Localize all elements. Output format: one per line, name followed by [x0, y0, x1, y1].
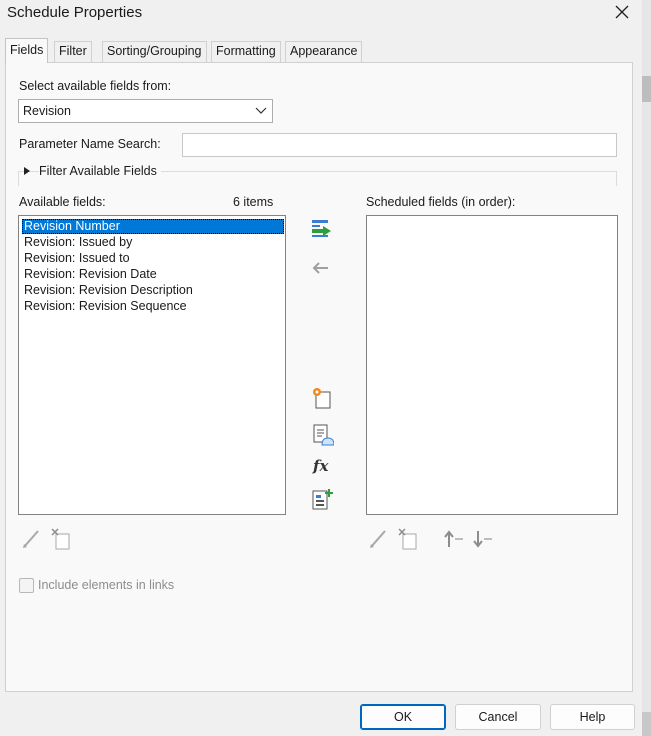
chevron-down-icon [255, 107, 267, 114]
move-down-button[interactable] [471, 527, 495, 551]
tab-filter[interactable]: Filter [54, 41, 92, 62]
list-item[interactable]: Revision: Issued to [22, 251, 284, 266]
include-links-checkbox[interactable] [19, 578, 34, 593]
svg-text:fx: fx [312, 457, 329, 475]
move-down-icon [473, 531, 492, 548]
calculated-value-button[interactable] [310, 423, 335, 447]
add-parameter-icon [312, 220, 331, 237]
background-window-edge [642, 0, 651, 736]
list-item[interactable]: Revision Number [22, 219, 284, 234]
edit-scheduled-button[interactable] [367, 527, 391, 551]
select-from-dropdown[interactable]: Revision [18, 99, 273, 123]
list-item[interactable]: Revision: Revision Sequence [22, 299, 284, 314]
select-from-value: Revision [23, 104, 71, 118]
tab-formatting[interactable]: Formatting [211, 41, 281, 62]
background-scroll-thumb-bottom [642, 712, 651, 736]
fx-icon: fx [312, 457, 329, 475]
pencil-icon [23, 530, 39, 548]
help-button[interactable]: Help [550, 704, 635, 730]
filter-available-label[interactable]: Filter Available Fields [39, 164, 161, 178]
move-up-icon [444, 530, 463, 547]
available-fields-label: Available fields: [19, 195, 106, 209]
ok-button[interactable]: OK [360, 704, 446, 730]
dialog-title: Schedule Properties [7, 4, 143, 21]
list-item[interactable]: Revision: Issued by [22, 235, 284, 250]
select-from-label: Select available fields from: [19, 79, 172, 93]
calculated-value-icon [313, 424, 335, 446]
tab-fields[interactable]: Fields [5, 38, 49, 63]
tab-sorting-grouping[interactable]: Sorting/Grouping [102, 41, 207, 62]
new-parameter-icon [313, 388, 331, 409]
remove-parameter-icon [312, 262, 328, 274]
fx-button[interactable]: fx [310, 454, 334, 478]
tab-appearance[interactable]: Appearance [285, 41, 363, 62]
available-fields-list[interactable]: Revision Number Revision: Issued by Revi… [18, 215, 286, 515]
delete-parameter-button[interactable] [49, 527, 73, 551]
list-item[interactable]: Revision: Revision Date [22, 267, 284, 282]
delete-parameter-icon [398, 528, 417, 550]
delete-scheduled-button[interactable] [396, 527, 420, 551]
list-item[interactable]: Revision: Revision Description [22, 283, 284, 298]
cancel-button[interactable]: Cancel [455, 704, 541, 730]
scheduled-fields-label: Scheduled fields (in order): [366, 195, 516, 209]
close-icon [615, 5, 629, 19]
combine-parameters-icon [312, 489, 333, 510]
combine-parameters-button[interactable] [310, 487, 334, 511]
param-search-label: Parameter Name Search: [19, 137, 161, 151]
new-parameter-button[interactable] [310, 386, 334, 410]
move-up-button[interactable] [442, 527, 466, 551]
available-count: 6 items [233, 195, 274, 209]
pencil-icon [370, 530, 386, 548]
param-search-input[interactable] [182, 133, 617, 157]
background-scroll-thumb [642, 76, 651, 102]
close-button[interactable] [610, 1, 636, 25]
include-links-label: Include elements in links [38, 578, 175, 592]
add-parameter-button[interactable] [309, 217, 333, 241]
remove-parameter-button[interactable] [309, 256, 333, 280]
delete-parameter-icon [51, 528, 70, 550]
expand-triangle-icon[interactable] [24, 167, 30, 175]
edit-parameter-button[interactable] [20, 527, 44, 551]
scheduled-fields-list[interactable] [366, 215, 618, 515]
